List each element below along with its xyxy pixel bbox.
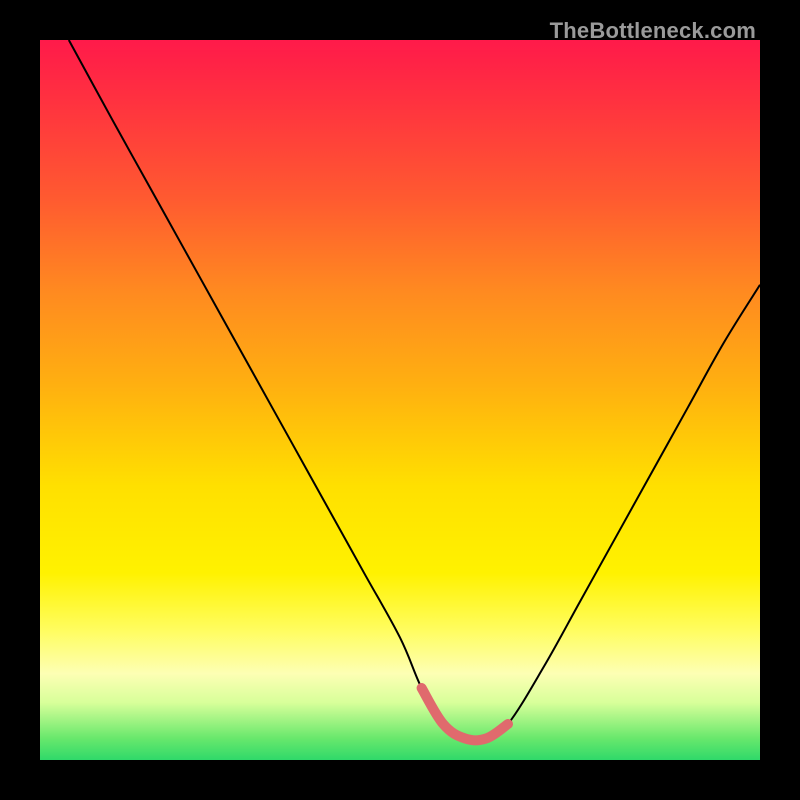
curve-svg <box>40 40 760 760</box>
valley-highlight <box>422 688 508 740</box>
chart-frame: TheBottleneck.com <box>0 0 800 800</box>
bottleneck-curve <box>69 40 760 740</box>
plot-area <box>40 40 760 760</box>
